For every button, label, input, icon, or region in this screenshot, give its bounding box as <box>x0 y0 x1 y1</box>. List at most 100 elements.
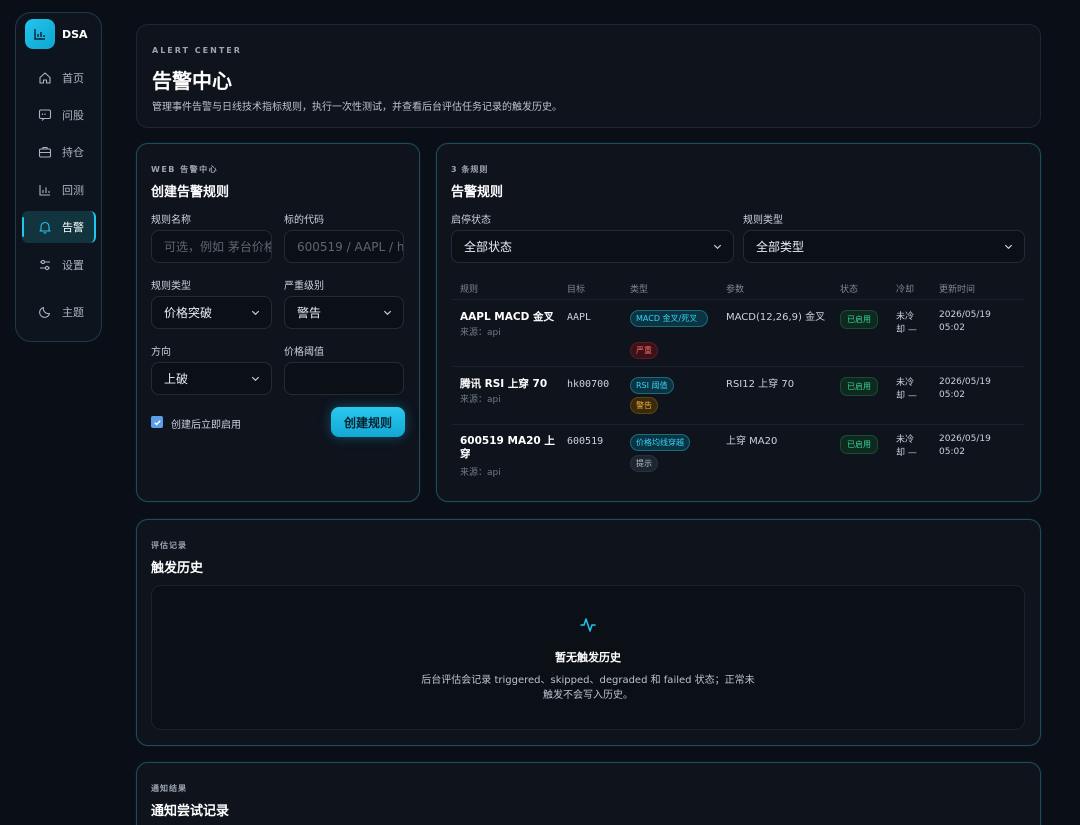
header-eyebrow: ALERT CENTER <box>152 46 242 55</box>
enable-label: 创建后立即启用 <box>171 420 241 431</box>
divider <box>452 366 1024 367</box>
updated-time: 2026/05/19 05:02 <box>939 310 991 333</box>
type-filter-value: 全部类型 <box>756 240 805 254</box>
col-header-target: 目标 <box>567 285 586 295</box>
type-tag: MACD 金叉/死叉 <box>630 310 708 327</box>
col-header-updated: 更新时间 <box>939 285 976 295</box>
divider <box>452 299 1024 300</box>
rule-name-field[interactable] <box>151 230 272 263</box>
chat-icon <box>38 109 52 121</box>
home-icon <box>39 72 51 84</box>
rule-source: 来源：api <box>460 395 501 405</box>
status-badge: 已启用 <box>840 435 878 454</box>
create-rule-button[interactable]: 创建规则 <box>331 407 405 437</box>
cooldown-text: 未冷却 — <box>896 312 917 335</box>
chevron-down-icon <box>383 310 392 316</box>
nav-item-theme[interactable]: 主题 <box>22 296 96 328</box>
updated-time: 2026/05/19 05:02 <box>939 377 991 400</box>
rule-target: AAPL <box>567 312 592 323</box>
rule-source: 来源：api <box>460 468 501 478</box>
type-tag: 价格均线穿越 <box>630 434 690 451</box>
empty-description: 后台评估会记录 triggered、skipped、degraded 和 fai… <box>421 675 755 686</box>
symbol-input[interactable] <box>297 239 403 254</box>
threshold-label: 价格阈值 <box>284 347 324 358</box>
rule-params: RSI12 上穿 70 <box>726 379 795 390</box>
status-badge: 已启用 <box>840 377 878 396</box>
status-filter-select[interactable]: 全部状态 <box>451 230 734 263</box>
nav-label: 主题 <box>62 306 84 319</box>
symbol-field[interactable] <box>284 230 404 263</box>
nav-label: 告警 <box>62 221 84 234</box>
rule-name: 腾讯 RSI 上穿 70 <box>460 378 548 390</box>
rule-params: 上穿 MA20 <box>726 436 778 447</box>
bell-icon <box>39 221 51 234</box>
chevron-down-icon <box>251 376 260 382</box>
rule-target: 600519 <box>567 436 604 447</box>
nav-label: 回测 <box>62 184 84 197</box>
history-title: 触发历史 <box>151 561 204 576</box>
notifications-title: 通知尝试记录 <box>151 804 230 819</box>
briefcase-icon <box>38 146 52 158</box>
col-header-rule: 规则 <box>460 285 479 295</box>
nav-item-home[interactable]: 首页 <box>22 62 96 94</box>
threshold-input[interactable] <box>297 371 403 386</box>
notifications-eyebrow: 通知结果 <box>151 784 187 793</box>
severity-tag: 提示 <box>630 455 658 472</box>
rule-target: hk00700 <box>567 379 610 390</box>
rule-name-label: 规则名称 <box>151 215 191 226</box>
col-header-params: 参数 <box>726 285 745 295</box>
nav-item-ask[interactable]: 问股 <box>22 99 96 131</box>
chevron-down-icon <box>713 244 722 250</box>
rule-name-input[interactable] <box>164 239 271 254</box>
nav-label: 持仓 <box>62 146 84 159</box>
rule-name: AAPL MACD 金叉 <box>460 311 554 323</box>
chart-logo-icon <box>25 19 55 49</box>
threshold-field[interactable] <box>284 362 404 395</box>
symbol-label: 标的代码 <box>284 215 324 226</box>
rule-type-select[interactable]: 价格突破 <box>151 296 272 329</box>
status-filter-value: 全部状态 <box>464 240 513 254</box>
chevron-down-icon <box>1004 244 1013 250</box>
rule-params: MACD(12,26,9) 金叉 <box>726 312 826 323</box>
moon-icon <box>39 306 51 318</box>
rule-source: 来源：api <box>460 328 501 338</box>
activity-icon <box>580 618 596 632</box>
rule-type-label: 规则类型 <box>151 281 191 292</box>
header-card: ALERT CENTER 告警中心 管理事件告警与日线技术指标规则，执行一次性测… <box>136 24 1041 128</box>
notifications-card <box>136 762 1041 825</box>
empty-title: 暂无触发历史 <box>555 651 621 664</box>
nav-item-portfolio[interactable]: 持仓 <box>22 136 96 168</box>
rules-count: 3 条规则 <box>451 165 489 174</box>
direction-select[interactable]: 上破 <box>151 362 272 395</box>
severity-tag: 严重 <box>630 342 658 359</box>
enable-checkbox[interactable] <box>151 416 163 428</box>
history-eyebrow: 评估记录 <box>151 541 187 550</box>
brand[interactable]: DSA <box>25 19 88 49</box>
page-description: 管理事件告警与日线技术指标规则，执行一次性测试，并查看后台评估任务记录的触发历史… <box>152 102 562 113</box>
cooldown-text: 未冷却 — <box>896 378 917 401</box>
status-badge: 已启用 <box>840 310 878 329</box>
cooldown-text: 未冷却 — <box>896 435 917 458</box>
col-header-type: 类型 <box>630 285 649 295</box>
status-filter-label: 启停状态 <box>451 215 491 226</box>
direction-value: 上破 <box>164 372 189 386</box>
type-tag: RSI 阈值 <box>630 377 674 394</box>
empty-description: 触发不会写入历史。 <box>543 690 633 701</box>
nav-label: 首页 <box>62 72 84 85</box>
severity-tag: 警告 <box>630 397 658 414</box>
divider <box>452 424 1024 425</box>
type-filter-label: 规则类型 <box>743 215 783 226</box>
create-title: 创建告警规则 <box>151 185 230 200</box>
check-icon <box>153 419 161 426</box>
type-filter-select[interactable]: 全部类型 <box>743 230 1025 263</box>
chart-icon <box>39 185 50 196</box>
nav-item-settings[interactable]: 设置 <box>22 249 96 281</box>
rules-title: 告警规则 <box>451 185 504 200</box>
severity-select[interactable]: 警告 <box>284 296 404 329</box>
severity-label: 严重级别 <box>284 281 324 292</box>
nav-item-alerts[interactable]: 告警 <box>22 211 96 243</box>
severity-value: 警告 <box>297 306 322 320</box>
nav-item-backtest[interactable]: 回测 <box>22 174 96 206</box>
direction-label: 方向 <box>151 347 171 358</box>
rule-name: 600519 MA20 上穿 <box>460 435 555 460</box>
